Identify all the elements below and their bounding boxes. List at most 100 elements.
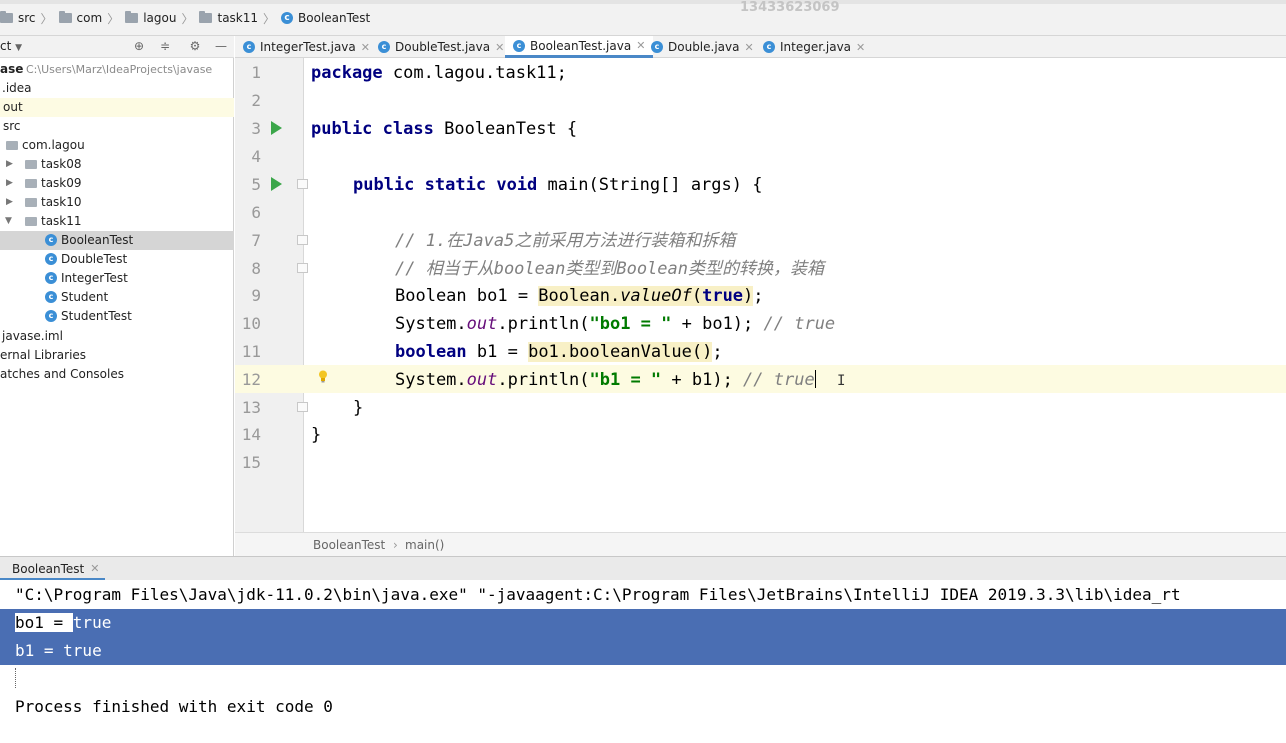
close-icon[interactable]: ✕ [361,41,370,54]
code-line-14: } [311,425,322,445]
fold-marker-icon[interactable] [297,402,308,412]
code-line-3: public class BooleanTest { [311,119,578,139]
tree-item-idea[interactable]: .idea [0,79,234,98]
project-panel: ct ▼ ⊕ ≑ ⚙ — ase C:\Users\Marz\IdeaProje… [0,36,234,556]
tree-item-task11[interactable]: ▼ task11 [0,212,234,231]
tree-item-task10[interactable]: ▶ task10 [0,193,234,212]
tree-item-doubletest[interactable]: c DoubleTest [0,250,234,269]
code-line-11: boolean b1 = bo1.booleanValue(); [395,342,723,362]
line-number: 11 [241,342,261,361]
package-icon [25,198,37,207]
run-main-icon[interactable] [271,177,282,191]
chevron-right-icon: › [393,538,398,552]
tab-double[interactable]: c Double.java ✕ [643,36,754,58]
line-number: 8 [251,259,261,278]
locate-icon[interactable]: ⊕ [132,39,146,53]
line-number: 9 [251,286,261,305]
crumb-class[interactable]: BooleanTest [313,538,385,552]
tree-item-src[interactable]: src [0,117,234,136]
line-number: 13 [241,398,261,417]
code-line-5: public static void main(String[] args) { [353,175,763,195]
tab-integer[interactable]: c Integer.java ✕ [755,36,865,58]
line-number: 4 [251,147,261,166]
close-icon[interactable]: ✕ [495,41,504,54]
tree-item-javase-iml[interactable]: javase.iml [0,327,234,346]
collapse-all-icon[interactable]: ≑ [158,39,172,53]
package-icon [25,217,37,226]
mouse-cursor-icon: I [837,373,846,389]
tree-item-task08[interactable]: ▶ task08 [0,155,234,174]
close-icon[interactable]: ✕ [744,41,753,54]
line-number: 5 [251,175,261,194]
crumb-booleantest[interactable]: c BooleanTest [281,11,370,25]
tree-item-external-libraries[interactable]: ernal Libraries [0,346,234,365]
folder-icon [125,11,139,23]
tree-item-studenttest[interactable]: c StudentTest [0,307,234,326]
crumb-method[interactable]: main() [405,538,444,552]
editor-tab-bar: c IntegerTest.java ✕ c DoubleTest.java ✕… [235,36,1286,58]
console-output-line: bo1 = true [15,613,112,632]
tree-item-scratches[interactable]: atches and Consoles [0,365,234,384]
class-icon: c [45,310,57,322]
tree-item-out[interactable]: out [0,98,234,117]
tree-item-com-lagou[interactable]: com.lagou [0,136,234,155]
run-tool-window-header: BooleanTest ✕ [0,556,1286,581]
code-line-8: // 相当于从boolean类型到Boolean类型的转换，装箱 [395,259,824,279]
line-number: 1 [251,63,261,82]
gear-icon[interactable]: ⚙ [188,39,202,53]
tree-item-task09[interactable]: ▶ task09 [0,174,234,193]
chevron-down-icon[interactable]: ▼ [5,212,15,231]
navigation-bar: src 〉 com 〉 lagou 〉 task11 〉 c BooleanTes… [0,0,1286,36]
breadcrumb: src 〉 com 〉 lagou 〉 task11 〉 c BooleanTes… [0,10,370,26]
dropdown-arrow-icon: ▼ [15,43,23,53]
crumb-com[interactable]: com [58,11,102,25]
code-line-13: } [353,398,364,418]
package-icon [6,141,18,150]
fold-marker-icon[interactable] [297,179,308,189]
line-number: 3 [251,119,261,138]
chevron-right-icon[interactable]: ▶ [6,155,16,174]
tree-item-integertest[interactable]: c IntegerTest [0,269,234,288]
tab-integertest[interactable]: c IntegerTest.java ✕ [235,36,370,58]
package-icon [25,160,37,169]
console-caret [15,665,16,693]
class-icon: c [45,291,57,303]
package-icon [25,179,37,188]
class-icon: c [378,41,390,53]
class-icon: c [763,41,775,53]
class-icon: c [281,12,294,24]
tab-doubletest[interactable]: c DoubleTest.java ✕ [370,36,504,58]
run-tab-booleantest[interactable]: BooleanTest ✕ [0,559,106,581]
console-output-line: b1 = true [15,641,102,660]
tab-booleantest[interactable]: c BooleanTest.java ✕ [505,36,654,58]
crumb-lagou[interactable]: lagou [125,11,176,25]
class-icon: c [45,253,57,265]
editor-breadcrumb: BooleanTest › main() [235,532,1286,556]
chevron-right-icon[interactable]: ▶ [6,193,16,212]
line-number: 15 [241,453,261,472]
console-command-line: "C:\Program Files\Java\jdk-11.0.2\bin\ja… [15,585,1181,604]
code-line-1: package com.lagou.task11; [311,63,567,83]
tree-item-module[interactable]: ase C:\Users\Marz\IdeaProjects\javase [0,60,234,79]
fold-marker-icon[interactable] [297,235,308,245]
close-icon[interactable]: ✕ [90,562,99,575]
project-view-selector[interactable]: ct ▼ [0,39,22,53]
fold-marker-icon[interactable] [297,263,308,273]
run-console[interactable]: "C:\Program Files\Java\jdk-11.0.2\bin\ja… [0,580,1286,743]
crumb-task11[interactable]: task11 [199,11,258,25]
folder-icon [58,11,72,23]
run-class-icon[interactable] [271,121,282,135]
line-number: 14 [241,425,261,444]
chevron-right-icon[interactable]: ▶ [6,174,16,193]
text-caret [814,370,816,388]
tree-item-booleantest[interactable]: c BooleanTest [0,231,234,250]
selection-highlight [0,609,1286,665]
minimize-icon[interactable]: — [214,39,228,53]
lightbulb-icon[interactable] [318,370,328,383]
folder-icon [0,11,13,23]
close-icon[interactable]: ✕ [856,41,865,54]
crumb-src[interactable]: src [0,11,36,25]
folder-icon [199,11,213,23]
line-number: 2 [251,91,261,110]
tree-item-student[interactable]: c Student [0,288,234,307]
